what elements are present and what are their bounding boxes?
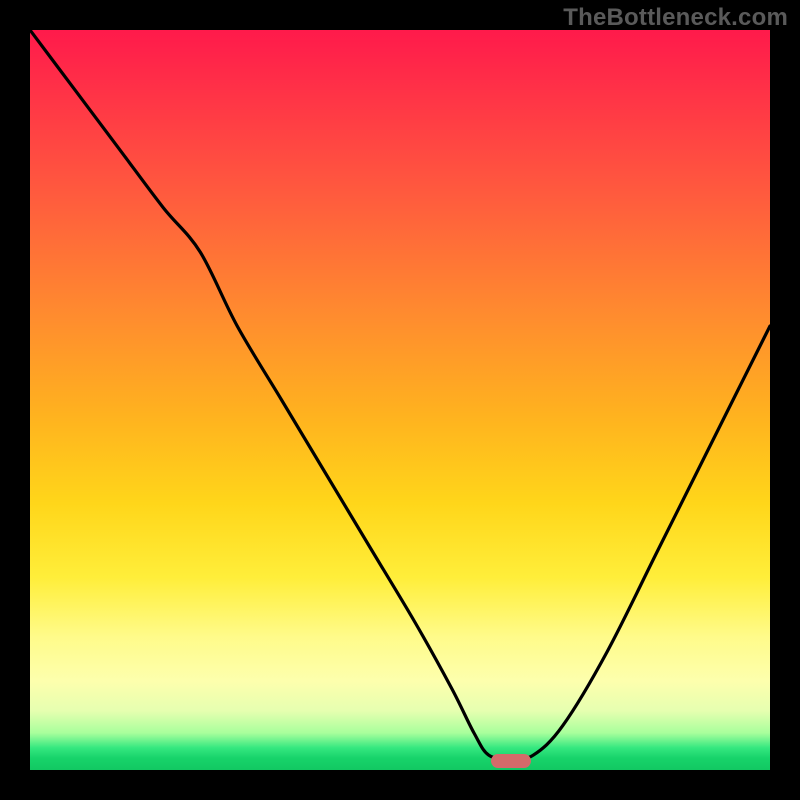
chart-container: TheBottleneck.com xyxy=(0,0,800,800)
watermark-text: TheBottleneck.com xyxy=(563,4,788,32)
plot-area xyxy=(30,30,770,770)
minimum-marker xyxy=(491,754,531,768)
bottleneck-curve xyxy=(30,30,770,770)
